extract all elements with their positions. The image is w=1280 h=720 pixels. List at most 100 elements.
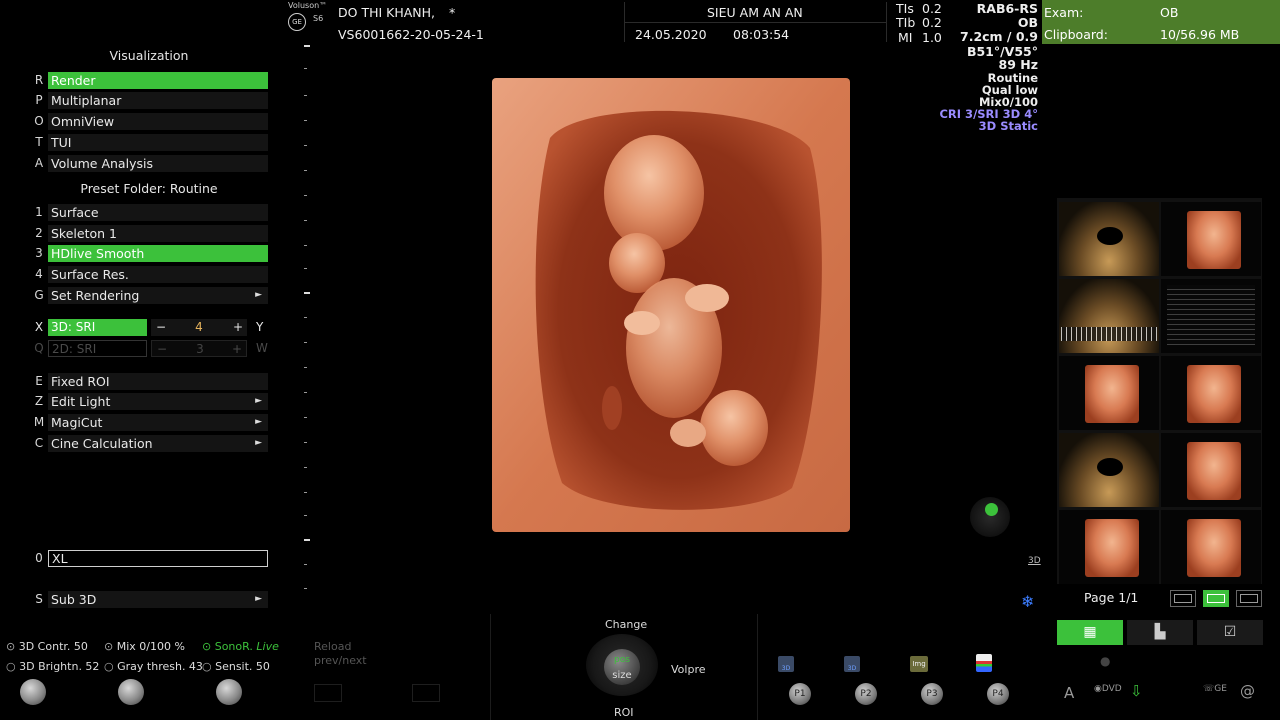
plus-icon[interactable]: + [233,319,243,336]
sri-3d-row: X 3D: SRI 4 − + Y [30,319,270,336]
menu-label: Skeleton 1 [48,225,268,242]
render-view[interactable] [492,78,850,532]
sonor-control[interactable]: ⊙ SonoR. Live [202,640,279,653]
roi-trackball[interactable]: pos size [586,634,658,696]
menu-label: Edit Light ► [48,393,268,410]
thumbnail-6[interactable] [1161,356,1261,430]
image-p3-icon[interactable]: Img [910,656,928,672]
p4-button[interactable]: P4 [987,683,1009,705]
tool-fixed-roi[interactable]: E Fixed ROI [30,373,268,390]
menu-multiplanar[interactable]: P Multiplanar [30,92,268,109]
contr-label: 3D Contr. 50 [18,640,88,653]
sensit-control[interactable]: ○ Sensit. 50 [202,660,270,673]
thumbnail-7[interactable] [1059,433,1159,507]
sri-3d-select[interactable]: 3D: SRI [48,319,147,336]
prev-button[interactable] [314,684,342,702]
preset-surface-res[interactable]: 4 Surface Res. [30,266,268,283]
clipboard-value: 10/56.96 MB [1160,27,1240,42]
save-p2-icon[interactable]: 3D [844,656,860,672]
knob-2[interactable] [118,679,144,705]
mix-control[interactable]: ⊙ Mix 0/100 % [104,640,185,653]
menu-label: Surface Res. [48,266,268,283]
xl-input[interactable]: XL [48,550,268,567]
sri-2d-row: Q 2D: SRI 3 − + W [30,340,270,357]
fetus-render-image [492,78,850,532]
settings-gear-icon[interactable]: ❄ [1021,592,1034,611]
sub3d-row[interactable]: S Sub 3D ► [30,591,268,608]
thumbnail-panel [1057,198,1262,584]
view-grid-large-button[interactable] [1236,590,1262,607]
tool-edit-light[interactable]: Z Edit Light ► [30,393,268,410]
p3-button[interactable]: P3 [921,683,943,705]
preset-hdlive-smooth[interactable]: 3 HDlive Smooth [30,245,268,262]
minus-icon[interactable]: − [157,341,167,358]
print-p4-icon[interactable] [976,654,992,672]
page-indicator: Page 1/1 [1084,590,1139,605]
view-grid-button[interactable] [1203,590,1229,607]
grid-icon: ▦ [1083,624,1097,640]
tool-magicut[interactable]: M MagiCut ► [30,414,268,431]
header-divider [624,22,886,23]
tab-thumbnails[interactable]: ▦ [1057,620,1123,645]
menu-omniview[interactable]: O OmniView [30,113,268,130]
minus-icon[interactable]: − [156,319,166,336]
exam-value: OB [1160,5,1179,20]
thumbnail-8[interactable] [1161,433,1261,507]
microphone-icon[interactable]: ● [1100,654,1110,668]
static-label: 3D Static [978,119,1038,133]
contr-control[interactable]: ⊙ 3D Contr. 50 [6,640,88,653]
thumbnail-1[interactable] [1059,202,1159,276]
p2-button[interactable]: P2 [855,683,877,705]
network-icon[interactable]: ⇩ [1130,682,1143,700]
tib-label: TIb [896,15,916,30]
sri-2d-stepper[interactable]: 3 − + [151,340,247,357]
dvd-icon[interactable]: ◉DVD [1094,684,1122,694]
menu-key: 2 [35,226,43,240]
preset-surface[interactable]: 1 Surface [30,204,268,221]
sri-2d-select[interactable]: 2D: SRI [48,340,147,357]
next-button[interactable] [412,684,440,702]
brand-label: Voluson™ [288,1,328,10]
exam-time: 08:03:54 [733,27,790,42]
plus-icon[interactable]: + [232,341,242,358]
menu-key: O [34,114,44,128]
thumbnail-5[interactable] [1059,356,1159,430]
sri-key2: W [256,341,268,355]
preset-skeleton[interactable]: 2 Skeleton 1 [30,225,268,242]
menu-render[interactable]: R Render [30,72,268,89]
menu-tui[interactable]: T TUI [30,134,268,151]
knob-1[interactable] [20,679,46,705]
brightn-control[interactable]: ○ 3D Brightn. 52 [6,660,99,673]
radio-on-icon: ⊙ [104,640,114,653]
tab-chart[interactable]: ▙ [1127,620,1193,645]
menu-key: S [35,592,43,606]
preset-set-rendering[interactable]: G Set Rendering ► [30,287,268,304]
save-p1-icon[interactable]: 3D [778,656,794,672]
thumbnail-10[interactable] [1161,510,1261,584]
view-single-button[interactable] [1170,590,1196,607]
knob-3[interactable] [216,679,242,705]
font-icon[interactable]: A [1064,684,1074,702]
sri-3d-stepper[interactable]: 4 − + [151,319,247,336]
thumbnail-3[interactable] [1059,279,1159,353]
thumbnail-9[interactable] [1059,510,1159,584]
roi-label: ROI [614,706,634,719]
printer-icon[interactable]: ☏GE [1203,684,1227,694]
menu-label: HDlive Smooth [48,245,268,262]
gray-control[interactable]: ○ Gray thresh. 43 [104,660,203,673]
clipboard-label: Clipboard: [1044,27,1108,42]
menu-key: 3 [35,246,43,260]
email-icon[interactable]: @ [1240,682,1255,700]
p1-button[interactable]: P1 [789,683,811,705]
tab-report[interactable]: ☑ [1197,620,1263,645]
menu-volume-analysis[interactable]: A Volume Analysis [30,155,268,172]
sri-key: Q [34,341,44,355]
menu-label: Cine Calculation ► [48,435,268,452]
preset-label: OB [1017,15,1038,30]
tag-3d-label: 3D [1028,556,1041,566]
thumbnail-4[interactable] [1161,279,1261,353]
patient-id: VS6001662-20-05-24-1 [338,27,484,42]
thumbnail-2[interactable] [1161,202,1261,276]
tool-cine-calculation[interactable]: C Cine Calculation ► [30,435,268,452]
chevron-right-icon: ► [255,438,262,448]
